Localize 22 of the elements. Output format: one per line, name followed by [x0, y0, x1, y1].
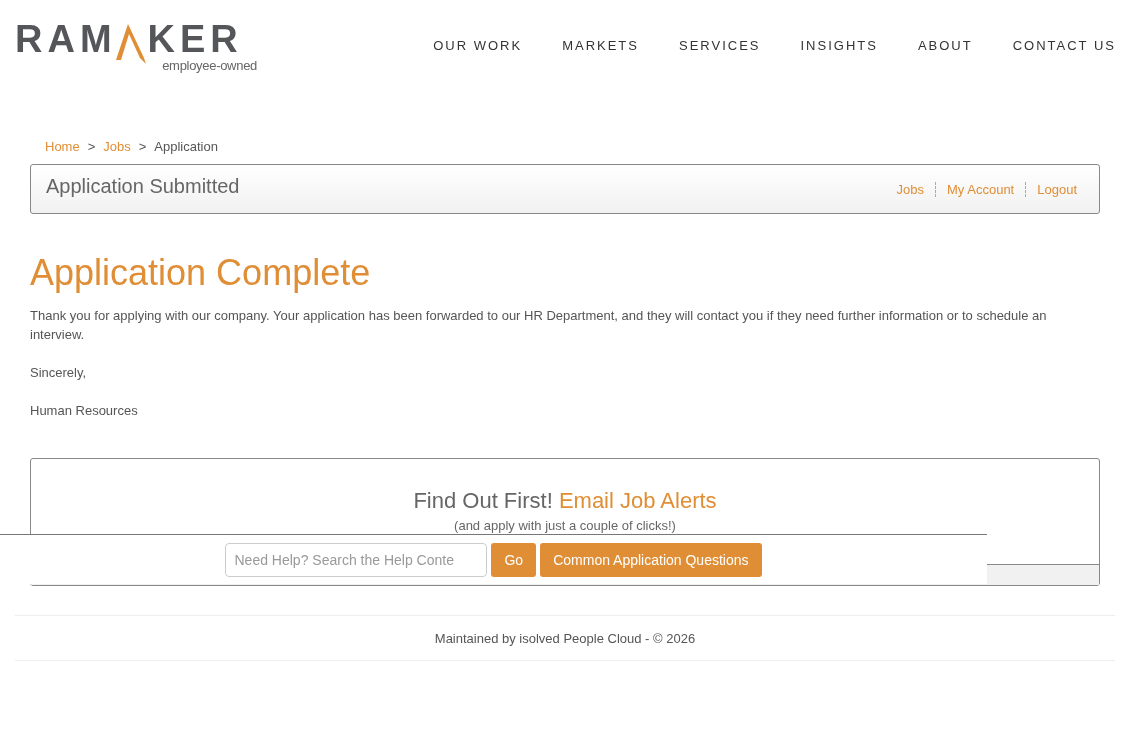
nav-link[interactable]: OUR WORK: [433, 38, 523, 53]
body-text: Sincerely,: [30, 364, 88, 382]
breadcrumb-current: Application: [154, 138, 218, 154]
body-text: Thank you for applying with our company. Your application has been forwarded to our HR Department, and they will contact you if they need further information or to schedule an interview.: [30, 307, 1048, 344]
swoosh-icon: [113, 24, 148, 64]
nav-link[interactable]: ABOUT: [917, 38, 973, 53]
nav-link[interactable]: CONTACT US: [1012, 38, 1116, 53]
breadcrumb-separator: >: [87, 138, 96, 154]
alerts-title: Find Out First!: [413, 488, 553, 513]
nav-link[interactable]: MARKETS: [562, 38, 639, 53]
logo-wordmark[interactable]: RAM: [15, 22, 117, 56]
page-heading: Application Complete: [30, 252, 372, 294]
breadcrumb-separator: >: [138, 138, 147, 154]
panel-title: Application Submitted: [46, 174, 240, 198]
body-text: Human Resources: [30, 402, 139, 420]
logo-wordmark[interactable]: KER: [147, 22, 243, 56]
nav-link[interactable]: SERVICES: [678, 38, 761, 53]
footer-text: Maintained by isolved People Cloud - © 2026: [434, 630, 696, 646]
nav-link[interactable]: INSIGHTS: [800, 38, 878, 53]
logo-tagline: employee-owned: [162, 58, 257, 73]
alerts-subtitle: (and apply with just a couple of clicks!): [453, 518, 677, 533]
help-search-field[interactable]: Need Help? Search the Help Conte: [225, 542, 488, 577]
